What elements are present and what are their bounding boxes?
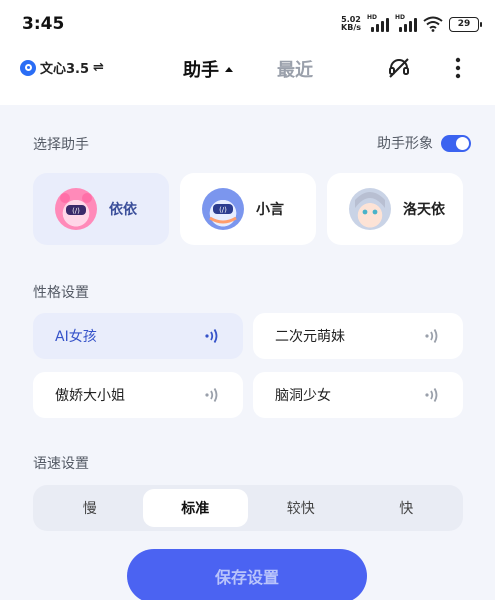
speech-speed-selector: 慢 标准 较快 快 [33,485,463,531]
wenxin-logo-icon [20,59,36,76]
section-label-assistant: 选择助手 [33,137,89,153]
assistant-card-xiaoyan[interactable]: (/) 小言 [180,173,316,245]
assistant-card-luotianyi[interactable]: 洛天依 [327,173,463,245]
persona-toggle-label: 助手形象 [377,136,433,152]
personality-label: AI女孩 [55,329,97,345]
section-label-personality: 性格设置 [33,285,89,301]
network-speed-unit: KB/s [341,23,361,32]
tab-assistant-label: 助手 [183,60,219,81]
voice-off-icon[interactable] [383,52,415,84]
model-switcher[interactable]: 文心3.5 ⇌ [20,58,104,77]
sound-wave-icon[interactable] [423,386,441,404]
avatar-luotianyi [349,188,391,230]
sound-wave-icon[interactable] [423,327,441,345]
personality-option-ai-girl[interactable]: AI女孩 [33,313,243,359]
avatar-yiyi: (/) [55,188,97,230]
personality-option-quirky[interactable]: 脑洞少女 [253,372,463,418]
personality-option-tsundere[interactable]: 傲娇大小姐 [33,372,243,418]
signal-icon: HD [367,14,389,32]
signal-icon-2: HD [395,14,417,32]
svg-text:(/): (/) [219,206,227,214]
personality-option-anime[interactable]: 二次元萌妹 [253,313,463,359]
section-label-speed: 语速设置 [33,456,89,472]
speed-option-fast[interactable]: 快 [354,489,460,527]
speed-option-slow[interactable]: 慢 [37,489,143,527]
speed-option-standard[interactable]: 标准 [142,489,248,527]
personality-label: 傲娇大小姐 [55,388,125,404]
personality-label: 二次元萌妹 [275,329,345,345]
hd-badge-2: HD [395,14,406,21]
caret-up-icon [225,66,233,72]
svg-text:(/): (/) [72,207,80,215]
status-icons: 5.02 KB/s HD HD 29 [341,12,482,36]
persona-toggle[interactable]: 助手形象 [377,133,471,153]
wifi-icon [423,16,443,32]
tab-assistant[interactable]: 助手 [183,56,233,82]
tab-recent[interactable]: 最近 [277,56,313,82]
speed-option-faster[interactable]: 较快 [248,489,354,527]
assistant-name: 洛天依 [403,202,445,218]
assistant-card-yiyi[interactable]: (/) 依依 [33,173,169,245]
hd-badge: HD [367,14,378,21]
persona-switch[interactable] [441,134,471,152]
sound-wave-icon[interactable] [203,386,221,404]
app-header: 文心3.5 ⇌ 助手 最近 [0,44,495,96]
assistant-name: 依依 [109,202,137,218]
battery-icon: 29 [449,16,482,32]
switch-arrows-icon: ⇌ [93,60,104,75]
save-settings-button[interactable]: 保存设置 [127,549,367,600]
avatar-xiaoyan: (/) [202,188,244,230]
personality-label: 脑洞少女 [275,388,331,404]
status-time: 3:45 [22,14,65,34]
network-speed: 5.02 KB/s [341,16,361,32]
more-options-icon[interactable] [442,52,474,84]
assistant-name: 小言 [256,202,284,218]
sound-wave-icon[interactable] [203,327,221,345]
model-name: 文心3.5 [40,62,90,77]
